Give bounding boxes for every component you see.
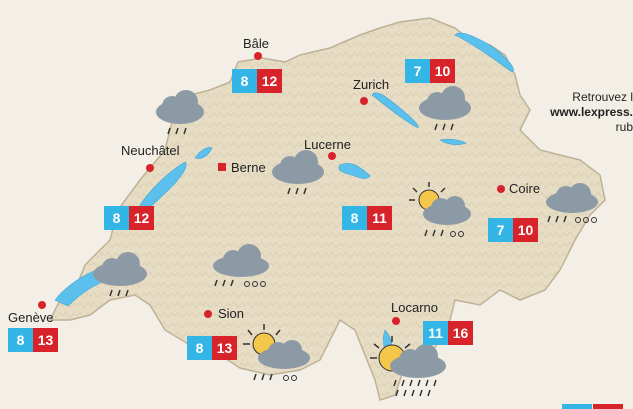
low-temp: 8 <box>8 328 33 352</box>
low-temp: 7 <box>405 59 430 83</box>
promo-line-3: rub <box>615 120 633 134</box>
lucerne-dot <box>328 152 336 160</box>
sion-dot <box>204 310 212 318</box>
high-temp: 16 <box>448 321 473 345</box>
temp-badge-sion: 8 13 <box>187 336 237 360</box>
temp-badge-bale: 8 12 <box>232 69 282 93</box>
legend-high-swatch <box>593 404 623 409</box>
city-label-locarno: Locarno <box>391 300 438 315</box>
promo-line-1: Retrouvez l <box>572 90 633 104</box>
high-temp: 13 <box>33 328 58 352</box>
high-temp: 10 <box>430 59 455 83</box>
temp-badge-coire: 7 10 <box>488 218 538 242</box>
high-temp: 12 <box>129 206 154 230</box>
city-label-zurich: Zurich <box>353 77 390 92</box>
temp-badge-neuchatel: 8 12 <box>104 206 154 230</box>
coire-dot <box>497 185 505 193</box>
legend-low-swatch <box>562 404 592 409</box>
low-temp: 8 <box>342 206 367 230</box>
city-label-bale: Bâle <box>243 36 270 51</box>
temp-badge-geneve: 8 13 <box>8 328 58 352</box>
high-temp: 12 <box>257 69 282 93</box>
city-markers <box>38 52 505 325</box>
low-temp: 8 <box>232 69 257 93</box>
bale-dot <box>254 52 262 60</box>
berne-square <box>218 163 226 171</box>
low-temp: 8 <box>104 206 129 230</box>
high-temp: 10 <box>513 218 538 242</box>
city-label-neuchatel: Neuchâtel <box>121 143 180 158</box>
weather-map: Bâle Zurich Neuchâtel Berne Lucerne Coir… <box>0 0 633 409</box>
high-temp: 11 <box>367 206 392 230</box>
city-label-berne: Berne <box>231 160 266 175</box>
geneve-dot <box>38 301 46 309</box>
neuchatel-dot <box>146 164 154 172</box>
low-temp: 8 <box>187 336 212 360</box>
temp-badge-locarno: 11 16 <box>423 321 473 345</box>
promo-text: Retrouvez l www.lexpress. rub <box>513 90 633 135</box>
city-label-lucerne: Lucerne <box>304 137 351 152</box>
high-temp: 13 <box>212 336 237 360</box>
promo-line-2: www.lexpress. <box>550 105 633 119</box>
zurich-dot <box>360 97 368 105</box>
city-label-coire: Coire <box>509 181 541 196</box>
low-temp: 11 <box>423 321 448 345</box>
temp-badge-zurich: 7 10 <box>405 59 455 83</box>
temp-badge-lucerne: 8 11 <box>342 206 392 230</box>
locarno-dot <box>392 317 400 325</box>
low-temp: 7 <box>488 218 513 242</box>
city-label-geneve: Genève <box>8 310 54 325</box>
city-label-sion: Sion <box>218 306 245 321</box>
